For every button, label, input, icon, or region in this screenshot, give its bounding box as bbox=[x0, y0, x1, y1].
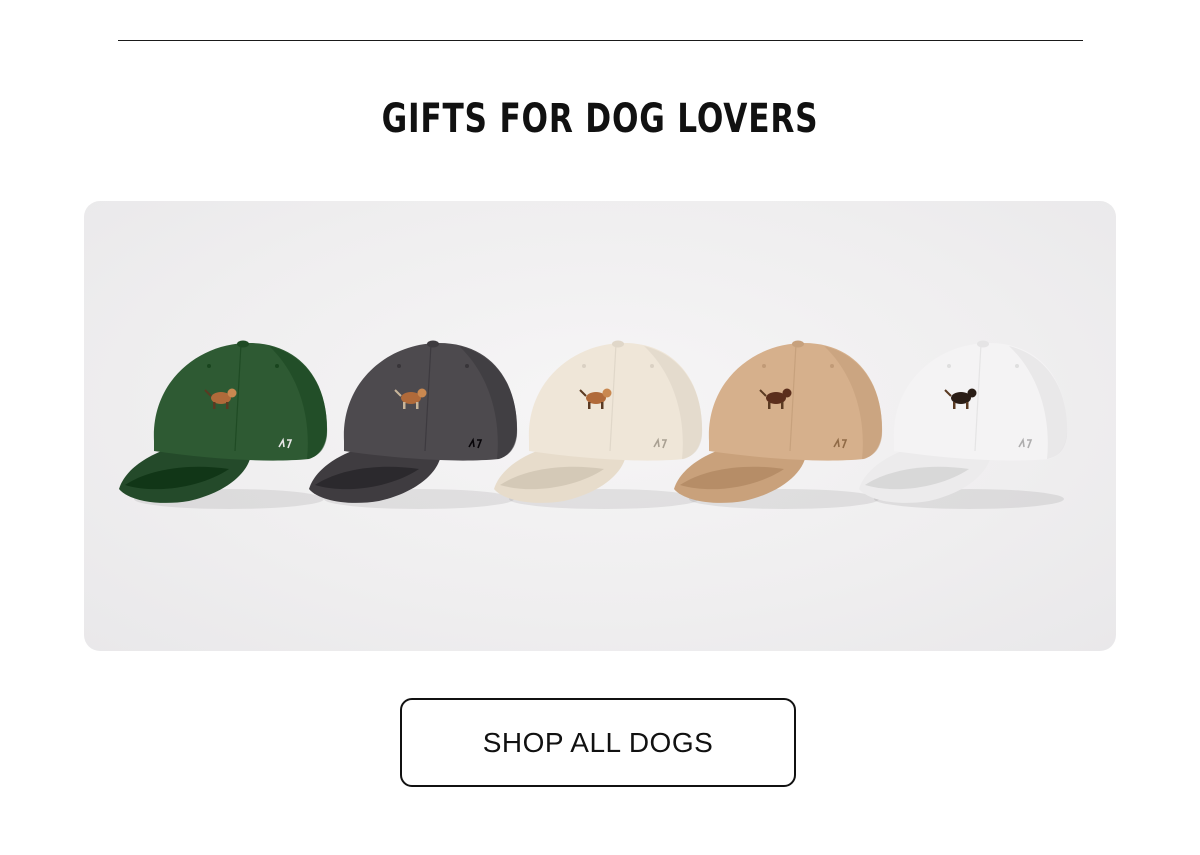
cap-cream bbox=[494, 340, 703, 509]
hero-image[interactable] bbox=[84, 201, 1116, 651]
caps-illustration bbox=[119, 340, 1068, 509]
cap-tan bbox=[674, 340, 883, 509]
cap-green bbox=[119, 340, 328, 509]
top-divider bbox=[118, 40, 1083, 41]
page: GIFTS FOR DOG LOVERS SHOP ALL DOGS bbox=[0, 0, 1200, 855]
shop-all-dogs-button[interactable]: SHOP ALL DOGS bbox=[400, 698, 796, 787]
cap-charcoal bbox=[309, 340, 518, 509]
cap-white bbox=[859, 340, 1068, 509]
section-heading: GIFTS FOR DOG LOVERS bbox=[381, 96, 819, 142]
